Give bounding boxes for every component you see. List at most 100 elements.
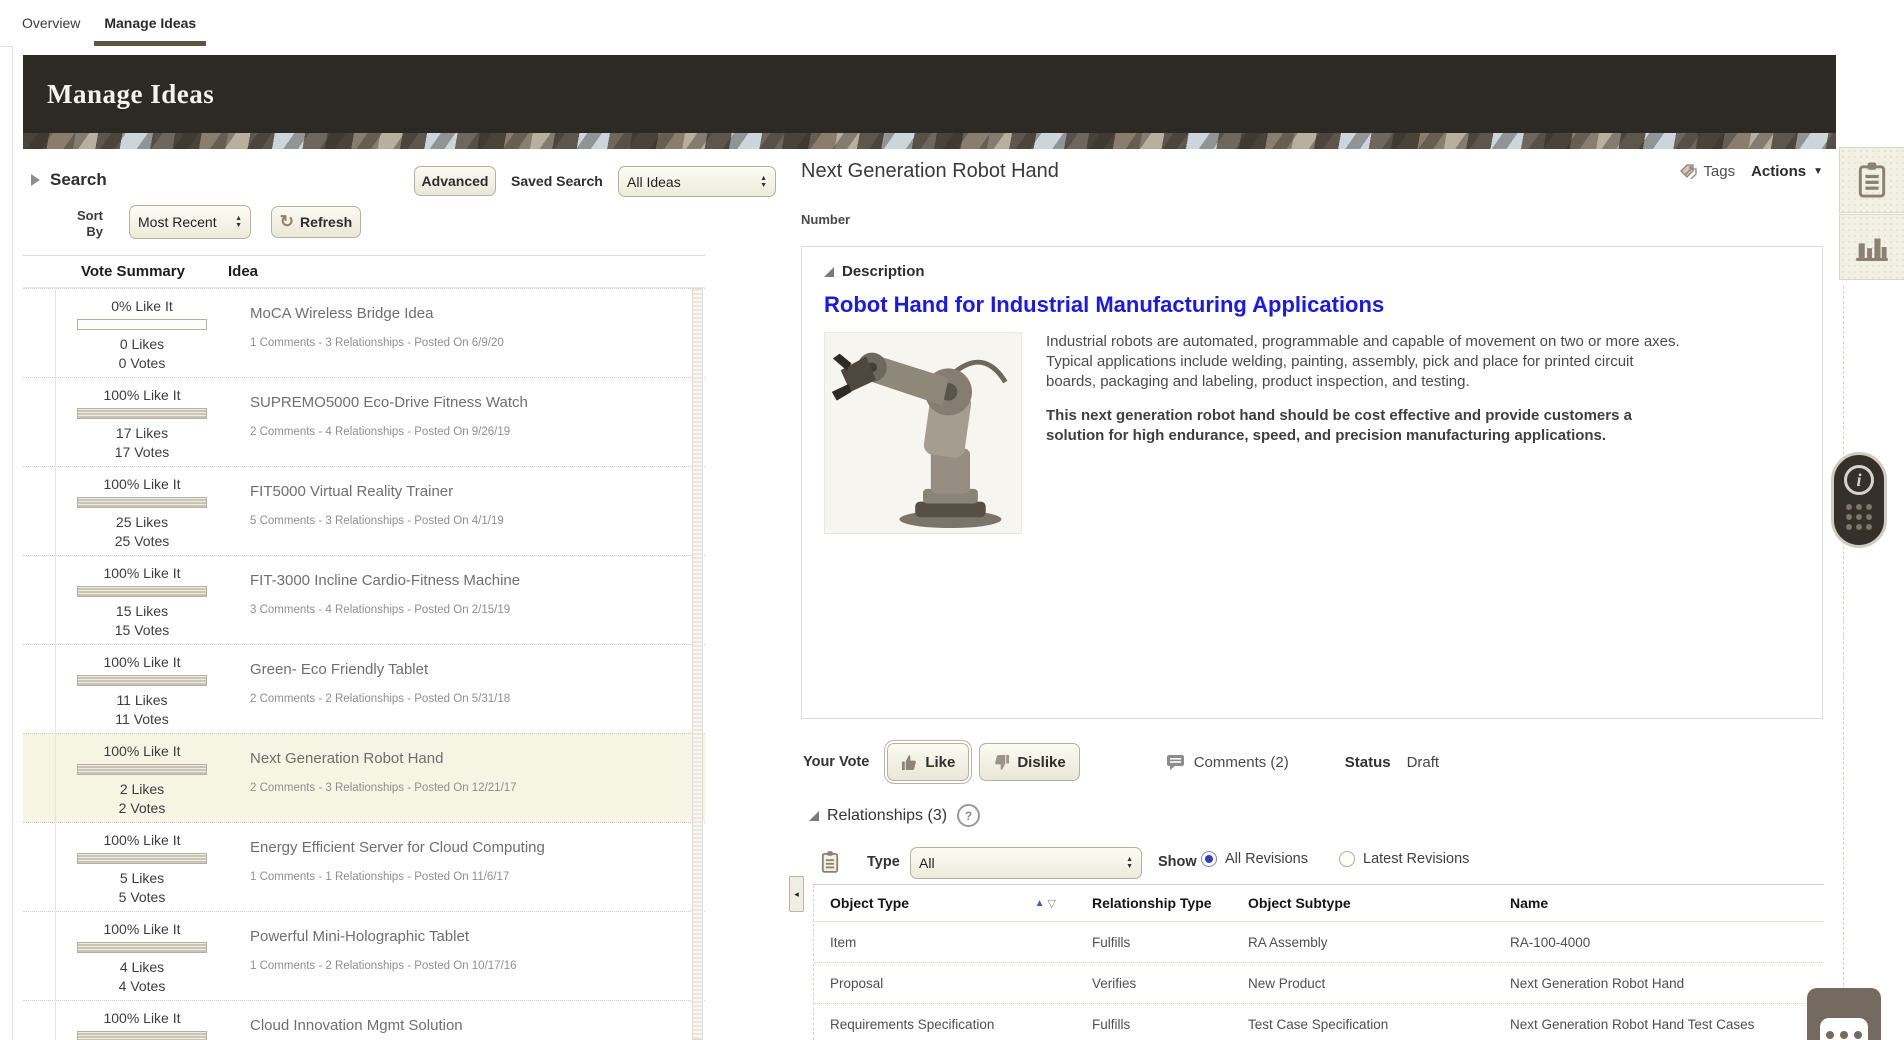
comments-label: Comments (2) [1193,753,1289,771]
idea-detail-pane: Next Generation Robot Hand Tags Actions … [801,156,1824,1040]
tags-button[interactable]: Tags [1678,163,1735,180]
sort-ascending-icon[interactable]: ▲ [1035,898,1045,909]
vote-summary-cell: 100% Like It [56,1001,228,1040]
votes-count: 25 Votes [114,532,170,549]
chevron-down-icon: ▼ [1813,165,1823,177]
vote-progress-bar [77,942,207,953]
idea-list-item[interactable]: 100% Like It 2 Likes 2 Votes Next Genera… [23,733,705,822]
like-button[interactable]: Like [884,740,973,784]
idea-cell: MoCA Wireless Bridge Idea 1 Comments - 3… [228,289,705,377]
triangle-expanded-icon [824,266,834,277]
radio-all-revisions[interactable]: All Revisions [1201,851,1308,867]
idea-meta: 5 Comments - 3 Relationships - Posted On… [250,515,504,527]
row-gutter [23,289,56,377]
idea-meta: 2 Comments - 3 Relationships - Posted On… [250,782,517,794]
triangle-expanded-icon [809,810,819,821]
idea-list-item[interactable]: 100% Like It 4 Likes 4 Votes Powerful Mi… [23,911,705,1000]
row-gutter [23,556,56,644]
stepper-icon: ▲ ▼ [235,215,242,229]
search-section-toggle[interactable]: Search [31,170,107,190]
idea-list-item[interactable]: 100% Like It 5 Likes 5 Votes Energy Effi… [23,822,705,911]
idea-list-item[interactable]: 100% Like It 15 Likes 15 Votes FIT-3000 … [23,555,705,644]
likes-count: 15 Likes [115,603,169,619]
description-panel: Description Robot Hand for Industrial Ma… [801,246,1823,719]
votes-count: 15 Votes [114,621,170,638]
likes-count: 11 Likes [116,692,168,708]
row-gutter [23,645,56,733]
help-icon[interactable]: ? [957,804,981,827]
relationship-row[interactable]: Proposal Verifies New Product Next Gener… [814,963,1824,1004]
chat-button[interactable] [1807,988,1881,1040]
likes-count: 5 Likes [119,870,165,886]
vote-progress-fill [78,1032,206,1040]
sort-select[interactable]: Most Recent ▲ ▼ [129,205,251,239]
status-value: Draft [1406,753,1440,771]
vote-summary-cell: 0% Like It 0 Likes 0 Votes [56,289,228,377]
info-remote-button[interactable]: i [1831,452,1887,548]
thumbs-up-icon [902,754,917,770]
row-gutter [23,467,56,555]
description-paragraph-1: Industrial robots are automated, program… [1046,333,1680,390]
relationships-controls: Type All ▲ ▼ Show All Revisions Latest Re… [801,846,1823,880]
actions-menu-button[interactable]: Actions ▼ [1751,163,1823,180]
stepper-icon: ▲ ▼ [1126,856,1133,870]
idea-meta: 1 Comments - 2 Relationships - Posted On… [250,960,517,972]
idea-title[interactable]: Powerful Mini-Holographic Tablet [250,928,705,945]
description-section-toggle[interactable]: Description [824,263,1800,280]
status-label: Status [1344,753,1391,771]
relationships-table-header: Object Type ▲ ▽ Relationship Type Object… [814,884,1824,922]
relationship-row[interactable]: Requirements Specification Fulfills Test… [814,1004,1824,1040]
advanced-search-button[interactable]: Advanced [414,166,496,196]
refresh-button[interactable]: ↻ Refresh [271,206,361,238]
relationships-section-toggle[interactable]: Relationships (3) ? [809,804,981,827]
list-scrollbar[interactable] [692,288,703,1040]
idea-list-item[interactable]: 100% Like It 11 Likes 11 Votes Green- Ec… [23,644,705,733]
vote-progress-bar [77,1031,207,1040]
sort-row: Sort By Most Recent ▲ ▼ ↻ Refresh [23,205,779,245]
like-percent: 100% Like It [103,743,181,759]
idea-list-item[interactable]: 100% Like It Cloud Innovation Mgmt Solut… [23,1000,705,1040]
vote-summary-cell: 100% Like It 25 Likes 25 Votes [56,467,228,555]
sort-descending-icon[interactable]: ▽ [1048,897,1056,910]
collapse-left-icon: ◂ [794,888,799,899]
idea-title[interactable]: Cloud Innovation Mgmt Solution [250,1017,705,1034]
idea-title[interactable]: SUPREMO5000 Eco-Drive Fitness Watch [250,394,705,411]
like-percent: 0% Like It [111,298,173,314]
type-select[interactable]: All ▲ ▼ [910,847,1142,879]
likes-count: 17 Likes [115,425,169,441]
radio-latest-revisions[interactable]: Latest Revisions [1339,851,1469,867]
relationship-row[interactable]: Item Fulfills RA Assembly RA-100-4000 [814,922,1824,963]
rail-chart-button[interactable] [1839,214,1904,280]
sort-controls[interactable]: ▲ ▽ [1035,897,1056,910]
bar-chart-icon [1856,238,1888,261]
tab-overview[interactable]: Overview [10,0,92,46]
idea-title[interactable]: Energy Efficient Server for Cloud Comput… [250,839,705,856]
idea-title[interactable]: Next Generation Robot Hand [250,750,705,767]
vote-progress-bar [77,586,207,597]
vote-progress-fill [78,854,206,863]
votes-count: 0 Votes [118,354,166,371]
name-column-header: Name [1510,895,1549,911]
saved-search-select[interactable]: All Ideas ▲ ▼ [618,166,776,197]
info-icon: i [1844,465,1874,495]
pane-collapse-handle[interactable]: ◂ [789,876,804,912]
idea-list-item[interactable]: 100% Like It 17 Likes 17 Votes SUPREMO50… [23,377,705,466]
idea-cell: Cloud Innovation Mgmt Solution [228,1001,705,1040]
row-gutter [23,1001,56,1040]
idea-title[interactable]: FIT-3000 Incline Cardio-Fitness Machine [250,572,705,589]
idea-meta: 1 Comments - 1 Relationships - Posted On… [250,871,510,883]
comments-link[interactable]: Comments (2) [1166,754,1289,771]
idea-cell: SUPREMO5000 Eco-Drive Fitness Watch 2 Co… [228,378,705,466]
idea-title[interactable]: MoCA Wireless Bridge Idea [250,305,705,322]
name-cell: Next Generation Robot Hand [1510,975,1685,991]
dislike-button[interactable]: Dislike [979,743,1080,781]
like-percent: 100% Like It [103,654,181,670]
vote-progress-bar [77,497,207,508]
tab-manage-ideas[interactable]: Manage Ideas [92,0,208,46]
idea-list-item[interactable]: 0% Like It 0 Likes 0 Votes MoCA Wireless… [23,288,705,377]
sort-by-label: Sort By [77,208,103,239]
idea-list-item[interactable]: 100% Like It 25 Likes 25 Votes FIT5000 V… [23,466,705,555]
idea-title[interactable]: Green- Eco Friendly Tablet [250,661,705,678]
rail-report-button[interactable] [1839,147,1904,213]
idea-title[interactable]: FIT5000 Virtual Reality Trainer [250,483,705,500]
